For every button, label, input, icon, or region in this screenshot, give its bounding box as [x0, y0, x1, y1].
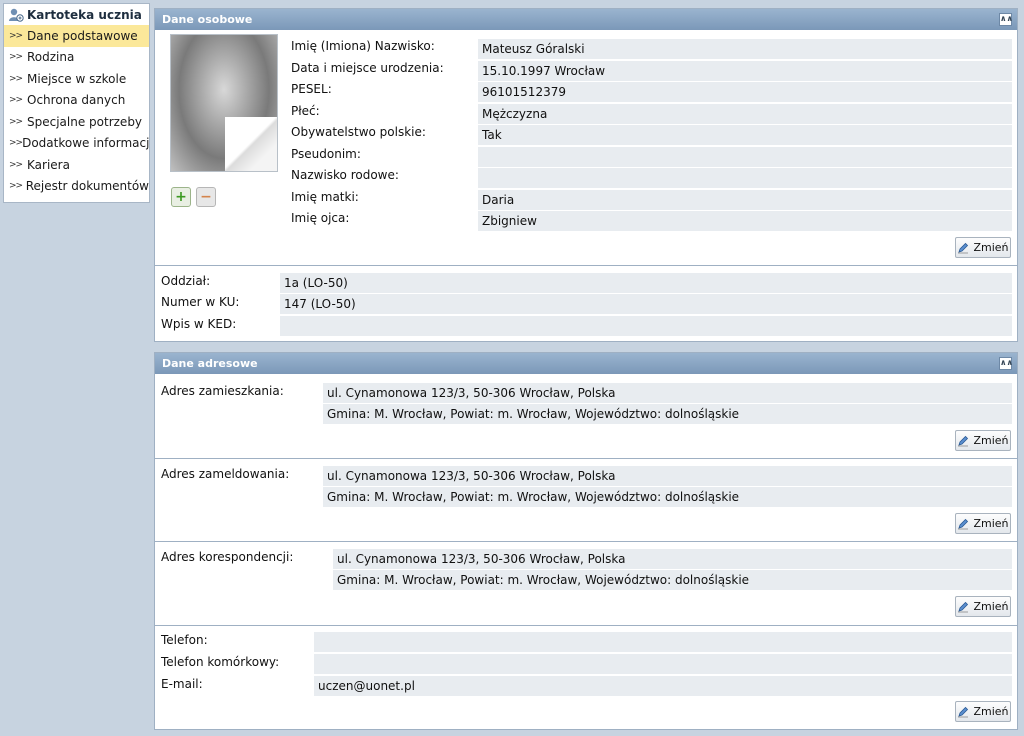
address-label: Adres zameldowania: — [161, 467, 290, 481]
address-label: Adres zamieszkania: — [161, 384, 284, 398]
chevron-right-icon: >> — [9, 181, 23, 192]
field-value: 96101512379 — [478, 82, 1012, 102]
field-value: Tak — [478, 125, 1012, 145]
chevron-right-icon: >> — [9, 159, 23, 170]
change-button-label: Zmień — [973, 705, 1009, 718]
contact-value: uczen@uonet.pl — [314, 676, 1012, 696]
field-label: Obywatelstwo polskie: — [291, 125, 426, 139]
field-label: Imię ojca: — [291, 211, 350, 225]
address-line: Gmina: M. Wrocław, Powiat: m. Wrocław, W… — [323, 404, 1012, 424]
field-value: Zbigniew — [478, 211, 1012, 231]
sidebar-item-dane-podstawowe[interactable]: >> Dane podstawowe — [4, 25, 149, 47]
sidebar-item-label: Specjalne potrzeby — [27, 114, 143, 129]
field-value — [478, 168, 1012, 188]
chevron-right-icon: >> — [9, 138, 23, 149]
field-label: PESEL: — [291, 82, 332, 96]
sidebar-item-label: Rejestr dokumentów — [25, 179, 149, 194]
change-button-label: Zmień — [973, 600, 1009, 613]
sidebar: Kartoteka ucznia >> Dane podstawowe >> Rod… — [3, 3, 150, 203]
page-curl — [225, 117, 277, 171]
address-label: Adres korespondencji: — [161, 550, 294, 564]
field-value: Mężczyzna — [478, 104, 1012, 124]
field-value: 15.10.1997 Wrocław — [478, 61, 1012, 81]
plus-icon[interactable]: + — [171, 187, 191, 207]
field-value — [478, 147, 1012, 167]
field-value: Daria — [478, 190, 1012, 210]
sidebar-item-specjalne-potrzeby[interactable]: >> Specjalne potrzeby — [4, 111, 149, 133]
pencil-icon — [957, 242, 969, 254]
field-value: 147 (LO-50) — [280, 294, 1012, 314]
student-photo — [170, 34, 278, 172]
field-label: Oddział: — [161, 274, 211, 288]
change-button[interactable]: Zmień — [955, 701, 1011, 722]
contact-value — [314, 632, 1012, 652]
divider — [155, 541, 1017, 542]
field-label: Nazwisko rodowe: — [291, 168, 399, 182]
contact-label: E-mail: — [161, 677, 203, 691]
sidebar-item-label: Rodzina — [27, 50, 75, 65]
minus-icon[interactable]: − — [196, 187, 216, 207]
contact-value — [314, 654, 1012, 674]
sidebar-item-label: Miejsce w szkole — [27, 71, 127, 86]
pencil-icon — [957, 435, 969, 447]
sidebar-title: Kartoteka ucznia — [27, 7, 142, 22]
sidebar-header: Kartoteka ucznia — [4, 4, 149, 25]
sidebar-item-kariera[interactable]: >> Kariera — [4, 154, 149, 176]
pencil-icon — [957, 706, 969, 718]
chevron-right-icon: >> — [9, 73, 23, 84]
chevron-right-icon: >> — [9, 52, 23, 63]
address-line: Gmina: M. Wrocław, Powiat: m. Wrocław, W… — [333, 570, 1012, 590]
address-line: ul. Cynamonowa 123/3, 50-306 Wrocław, Po… — [333, 549, 1012, 569]
change-button[interactable]: Zmień — [955, 596, 1011, 617]
sidebar-item-label: Ochrona danych — [27, 93, 126, 108]
sidebar-item-miejsce-w-szkole[interactable]: >> Miejsce w szkole — [4, 68, 149, 90]
address-data-panel: Dane adresowe ∧∧ Adres zamieszkania: ul.… — [154, 352, 1018, 730]
sidebar-item-label: Dodatkowe informacje — [22, 136, 149, 151]
pencil-icon — [957, 601, 969, 613]
personal-data-panel: Dane osobowe ∧∧ + − Imię (Imiona) Nazwis… — [154, 8, 1018, 342]
sidebar-item-label: Dane podstawowe — [27, 28, 138, 43]
field-value — [280, 316, 1012, 336]
field-label: Płeć: — [291, 104, 320, 118]
user-icon — [8, 7, 24, 23]
contact-label: Telefon komórkowy: — [161, 655, 280, 669]
divider — [155, 265, 1017, 266]
sidebar-item-rodzina[interactable]: >> Rodzina — [4, 47, 149, 69]
panel-header: Dane osobowe ∧∧ — [155, 9, 1017, 30]
change-button[interactable]: Zmień — [955, 513, 1011, 534]
collapse-up-icon[interactable]: ∧∧ — [999, 13, 1013, 26]
field-label: Imię matki: — [291, 190, 359, 204]
sidebar-item-dodatkowe-informacje[interactable]: >> Dodatkowe informacje — [4, 133, 149, 155]
field-label: Data i miejsce urodzenia: — [291, 61, 444, 75]
change-button-label: Zmień — [973, 517, 1009, 530]
divider — [155, 625, 1017, 626]
change-button[interactable]: Zmień — [955, 430, 1011, 451]
sidebar-item-rejestr-dokumentow[interactable]: >> Rejestr dokumentów — [4, 176, 149, 198]
field-value: Mateusz Góralski — [478, 39, 1012, 59]
change-button-label: Zmień — [973, 241, 1009, 254]
chevron-right-icon: >> — [9, 30, 23, 41]
collapse-up-icon[interactable]: ∧∧ — [999, 357, 1013, 370]
panel-title: Dane adresowe — [162, 357, 258, 370]
change-button-label: Zmień — [973, 434, 1009, 447]
pencil-icon — [957, 518, 969, 530]
divider — [155, 458, 1017, 459]
field-label: Wpis w KED: — [161, 317, 237, 331]
field-value: 1a (LO-50) — [280, 273, 1012, 293]
chevron-right-icon: >> — [9, 95, 23, 106]
chevron-right-icon: >> — [9, 116, 23, 127]
field-label: Numer w KU: — [161, 295, 240, 309]
sidebar-item-ochrona-danych[interactable]: >> Ochrona danych — [4, 90, 149, 112]
change-button[interactable]: Zmień — [955, 237, 1011, 258]
panel-title: Dane osobowe — [162, 13, 253, 26]
panel-header: Dane adresowe ∧∧ — [155, 353, 1017, 374]
contact-label: Telefon: — [161, 633, 208, 647]
address-line: ul. Cynamonowa 123/3, 50-306 Wrocław, Po… — [323, 383, 1012, 403]
sidebar-item-label: Kariera — [27, 157, 70, 172]
address-line: ul. Cynamonowa 123/3, 50-306 Wrocław, Po… — [323, 466, 1012, 486]
address-line: Gmina: M. Wrocław, Powiat: m. Wrocław, W… — [323, 487, 1012, 507]
field-label: Imię (Imiona) Nazwisko: — [291, 39, 435, 53]
field-label: Pseudonim: — [291, 147, 361, 161]
